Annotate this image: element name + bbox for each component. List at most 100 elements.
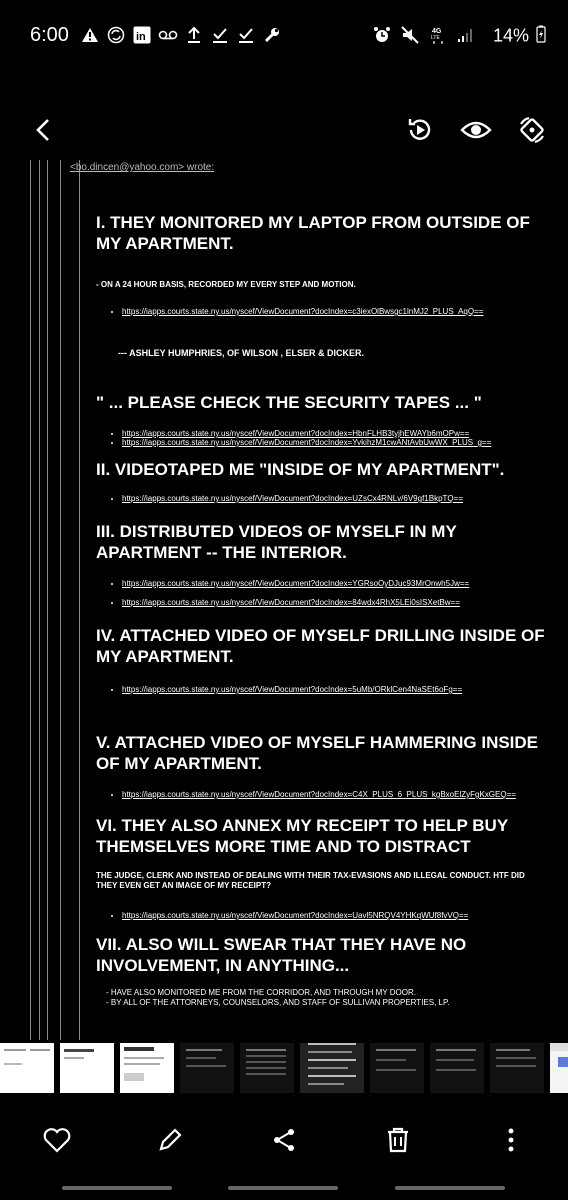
list-item: https://iapps.courts.state.ny.us/nyscef/…: [122, 598, 546, 607]
list-item: https://iapps.courts.state.ny.us/nyscef/…: [122, 429, 546, 438]
heart-icon: [43, 1128, 71, 1153]
check-icon: [210, 25, 230, 45]
link-list: https://iapps.courts.state.ny.us/nyscef/…: [96, 911, 546, 920]
section-heading: VII. ALSO WILL SWEAR THAT THEY HAVE NO I…: [96, 935, 467, 975]
section-heading: II. VIDEOTAPED ME "INSIDE OF MY APARTMEN…: [96, 460, 505, 479]
body-text: - HAVE ALSO MONITORED ME FROM THE CORRID…: [106, 988, 416, 997]
body-text: - ON A 24 HOUR BASIS, RECORDED MY EVERY …: [96, 280, 356, 289]
svg-text:LTE: LTE: [431, 35, 440, 41]
link-list: https://iapps.courts.state.ny.us/nyscef/…: [96, 685, 546, 694]
rotate-lock-button[interactable]: [516, 114, 548, 146]
status-left-icons: in: [80, 25, 282, 45]
thumbnail[interactable]: [550, 1043, 568, 1093]
more-options-button[interactable]: [493, 1122, 529, 1158]
document-link[interactable]: https://iapps.courts.state.ny.us/nyscef/…: [122, 579, 469, 588]
section-heading: VI. THEY ALSO ANNEX MY RECEIPT TO HELP B…: [96, 816, 508, 856]
document-link[interactable]: https://iapps.courts.state.ny.us/nyscef/…: [122, 790, 516, 799]
quote-rules: [30, 160, 90, 1040]
section-heading: I. THEY MONITORED MY LAPTOP FROM OUTSIDE…: [96, 213, 530, 253]
body-text: - BY ALL OF THE ATTORNEYS, COUNSELORS, A…: [106, 998, 450, 1007]
thumbnail[interactable]: [120, 1043, 174, 1093]
document-link[interactable]: https://iapps.courts.state.ny.us/nyscef/…: [122, 494, 463, 503]
battery-charging-icon: [536, 25, 546, 48]
document-link[interactable]: https://iapps.courts.state.ny.us/nyscef/…: [122, 307, 483, 316]
edit-button[interactable]: [152, 1122, 188, 1158]
link-list: https://iapps.courts.state.ny.us/nyscef/…: [96, 429, 546, 447]
link-list: https://iapps.courts.state.ny.us/nyscef/…: [96, 579, 546, 607]
thumbnail[interactable]: [180, 1043, 234, 1093]
email-document-image: <bo.dincen@yahoo.com> wrote: I. THEY MON…: [30, 160, 555, 1040]
bottom-action-bar: [0, 1112, 568, 1168]
viewer-toolbar: [0, 100, 568, 156]
thumbnail[interactable]: [240, 1043, 294, 1093]
quote-rule: [60, 160, 61, 1040]
back-arrow-icon: [36, 119, 49, 141]
email-body: I. THEY MONITORED MY LAPTOP FROM OUTSIDE…: [96, 212, 546, 1008]
list-item: https://iapps.courts.state.ny.us/nyscef/…: [122, 685, 546, 694]
alarm-icon: [372, 25, 392, 45]
upload-icon: [184, 25, 204, 45]
document-link[interactable]: https://iapps.courts.state.ny.us/nyscef/…: [122, 438, 491, 447]
quoted-header: <bo.dincen@yahoo.com> wrote:: [70, 162, 215, 173]
status-right-icons: 4G LTE: [372, 25, 476, 45]
body-text: THE JUDGE, CLERK AND INSTEAD OF DEALING …: [96, 871, 525, 890]
voicemail-icon: [158, 25, 178, 45]
eye-icon: [460, 121, 492, 139]
quote-rule: [30, 160, 31, 1040]
quote-attribution: --- ASHLEY HUMPHRIES, OF WILSON , ELSER …: [118, 348, 365, 358]
section-heading: " ... PLEASE CHECK THE SECURITY TAPES ..…: [96, 393, 482, 412]
thumbnail[interactable]: [60, 1043, 114, 1093]
thumbnail-current[interactable]: [300, 1043, 364, 1093]
quote-rule: [39, 160, 40, 1040]
back-button[interactable]: [30, 116, 58, 144]
rotate-play-button[interactable]: [404, 114, 436, 146]
link-list: https://iapps.courts.state.ny.us/nyscef/…: [96, 307, 546, 316]
thumbnail[interactable]: [490, 1043, 544, 1093]
sync-icon: [106, 25, 126, 45]
document-link[interactable]: https://iapps.courts.state.ny.us/nyscef/…: [122, 911, 468, 920]
wrench-icon: [262, 25, 282, 45]
quote-rule: [79, 160, 80, 1040]
svg-text:4G: 4G: [432, 28, 442, 35]
view-button[interactable]: [460, 114, 492, 146]
thumbnail[interactable]: [370, 1043, 424, 1093]
list-item: https://iapps.courts.state.ny.us/nyscef/…: [122, 438, 546, 447]
document-link[interactable]: https://iapps.courts.state.ny.us/nyscef/…: [122, 429, 469, 438]
list-item: https://iapps.courts.state.ny.us/nyscef/…: [122, 307, 546, 316]
list-item: https://iapps.courts.state.ny.us/nyscef/…: [122, 790, 546, 799]
gesture-bar: [228, 1186, 338, 1190]
favorite-button[interactable]: [39, 1122, 75, 1158]
list-item: https://iapps.courts.state.ny.us/nyscef/…: [122, 494, 546, 503]
section-heading: V. ATTACHED VIDEO OF MYSELF HAMMERING IN…: [96, 733, 539, 773]
gesture-bar: [395, 1186, 505, 1190]
delete-icon: [387, 1127, 408, 1153]
svg-text:in: in: [136, 31, 146, 43]
document-link[interactable]: https://iapps.courts.state.ny.us/nyscef/…: [122, 685, 462, 694]
more-icon: [508, 1128, 514, 1152]
section-heading: IV. ATTACHED VIDEO OF MYSELF DRILLING IN…: [96, 626, 545, 666]
share-icon: [273, 1129, 294, 1151]
rotate-play-icon: [408, 119, 431, 140]
status-time: 6:00: [30, 24, 69, 46]
section-heading: III. DISTRIBUTED VIDEOS OF MYSELF IN MY …: [96, 522, 457, 562]
battery-percent: 14%: [492, 25, 529, 46]
thumbnail-strip: [0, 1043, 568, 1093]
link-list: https://iapps.courts.state.ny.us/nyscef/…: [96, 494, 546, 503]
rotate-lock-icon: [520, 116, 544, 144]
document-link[interactable]: https://iapps.courts.state.ny.us/nyscef/…: [122, 598, 460, 607]
battery-status: 14%: [493, 25, 546, 48]
edit-icon: [159, 1128, 182, 1151]
check-icon: [236, 25, 256, 45]
quote-rule: [47, 160, 48, 1040]
alert-icon: [80, 25, 100, 45]
delete-button[interactable]: [380, 1122, 416, 1158]
list-item: https://iapps.courts.state.ny.us/nyscef/…: [122, 911, 546, 920]
thumbnail[interactable]: [0, 1043, 54, 1093]
link-list: https://iapps.courts.state.ny.us/nyscef/…: [96, 790, 546, 799]
signal-icon: [456, 25, 476, 45]
share-button[interactable]: [266, 1122, 302, 1158]
toolbar-actions: [404, 114, 548, 146]
thumbnail[interactable]: [430, 1043, 484, 1093]
list-item: https://iapps.courts.state.ny.us/nyscef/…: [122, 579, 546, 588]
gesture-bar: [62, 1186, 172, 1190]
